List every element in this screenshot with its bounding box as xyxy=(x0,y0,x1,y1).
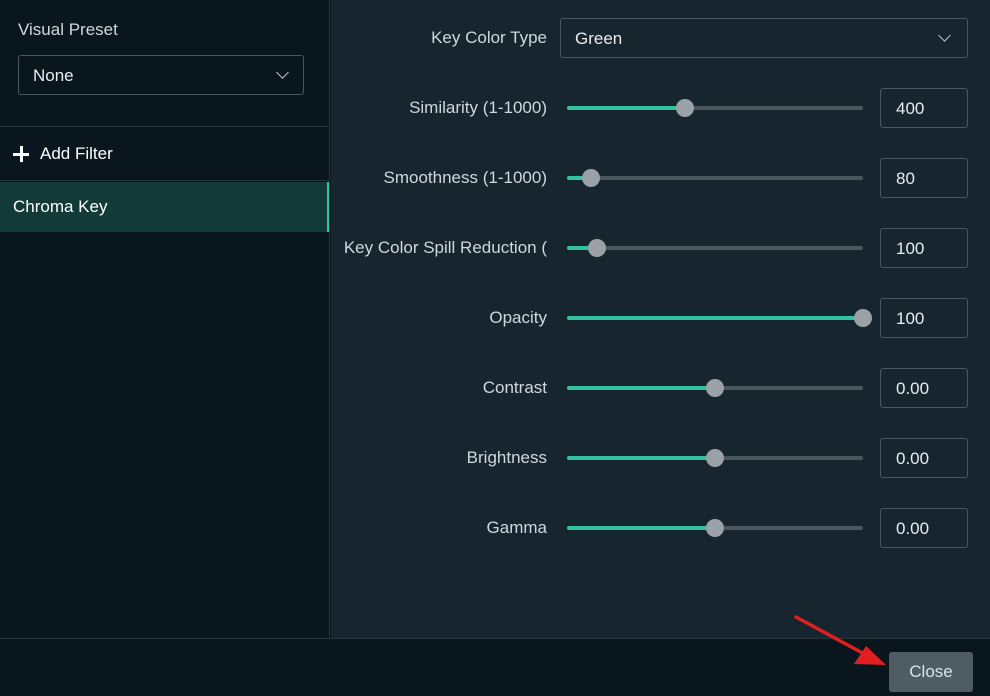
spill-value: 100 xyxy=(896,239,925,258)
key-color-type-label: Key Color Type xyxy=(431,28,547,47)
slider-thumb[interactable] xyxy=(706,449,724,467)
gamma-value: 0.00 xyxy=(896,519,930,538)
spill-value-input[interactable]: 100 xyxy=(880,228,968,268)
slider-fill xyxy=(567,386,715,390)
gamma-slider[interactable] xyxy=(567,518,863,538)
add-filter-label: Add Filter xyxy=(40,144,113,163)
slider-thumb[interactable] xyxy=(706,519,724,537)
spill-slider[interactable] xyxy=(567,238,863,258)
smoothness-value: 80 xyxy=(896,169,915,188)
brightness-label: Brightness xyxy=(466,448,547,467)
opacity-slider[interactable] xyxy=(567,308,872,328)
add-filter-button[interactable]: Add Filter xyxy=(12,140,113,168)
gamma-value-input[interactable]: 0.00 xyxy=(880,508,968,548)
slider-track xyxy=(567,246,863,250)
visual-preset-label: Visual Preset xyxy=(18,20,118,39)
gamma-label: Gamma xyxy=(486,518,547,537)
slider-fill xyxy=(567,106,686,110)
key-color-type-value: Green xyxy=(575,29,623,48)
slider-fill xyxy=(567,316,863,320)
slider-thumb[interactable] xyxy=(854,309,872,327)
filter-item-label: Chroma Key xyxy=(13,197,108,216)
brightness-slider[interactable] xyxy=(567,448,863,468)
filter-settings-panel: Key Color Type Green Similarity (1-1000)… xyxy=(331,0,990,638)
dialog-footer: Close xyxy=(0,638,990,696)
slider-thumb[interactable] xyxy=(581,169,600,187)
close-button[interactable]: Close xyxy=(889,652,973,692)
smoothness-slider[interactable] xyxy=(567,168,863,188)
slider-fill xyxy=(567,456,715,460)
slider-thumb[interactable] xyxy=(676,99,695,117)
similarity-value: 400 xyxy=(896,99,925,118)
smoothness-value-input[interactable]: 80 xyxy=(880,158,968,198)
similarity-slider[interactable] xyxy=(567,98,863,118)
slider-thumb[interactable] xyxy=(706,379,724,397)
opacity-value: 100 xyxy=(896,309,925,328)
chevron-down-icon xyxy=(938,29,951,42)
similarity-value-input[interactable]: 400 xyxy=(880,88,968,128)
brightness-value-input[interactable]: 0.00 xyxy=(880,438,968,478)
sidebar-divider xyxy=(0,126,329,127)
filter-item-chroma-key[interactable]: Chroma Key xyxy=(0,182,329,232)
sidebar-divider xyxy=(0,180,329,181)
chevron-down-icon xyxy=(276,66,289,79)
opacity-label: Opacity xyxy=(489,308,547,327)
plus-icon xyxy=(12,145,30,163)
key-color-type-select[interactable]: Green xyxy=(560,18,968,58)
opacity-value-input[interactable]: 100 xyxy=(880,298,968,338)
brightness-value: 0.00 xyxy=(896,449,930,468)
slider-fill xyxy=(567,526,715,530)
spill-label: Key Color Spill Reduction ( xyxy=(343,238,547,257)
contrast-slider[interactable] xyxy=(567,378,863,398)
filters-dialog: Visual Preset None Add Filter Chroma Key… xyxy=(0,0,990,696)
contrast-label: Contrast xyxy=(482,378,547,397)
contrast-value: 0.00 xyxy=(896,379,930,398)
slider-track xyxy=(567,176,863,180)
contrast-value-input[interactable]: 0.00 xyxy=(880,368,968,408)
visual-preset-value: None xyxy=(33,66,74,85)
similarity-label: Similarity (1-1000) xyxy=(409,98,547,117)
visual-preset-select[interactable]: None xyxy=(18,55,304,95)
smoothness-label: Smoothness (1-1000) xyxy=(383,168,547,187)
slider-thumb[interactable] xyxy=(587,239,606,257)
filter-sidebar: Visual Preset None Add Filter Chroma Key xyxy=(0,0,330,638)
